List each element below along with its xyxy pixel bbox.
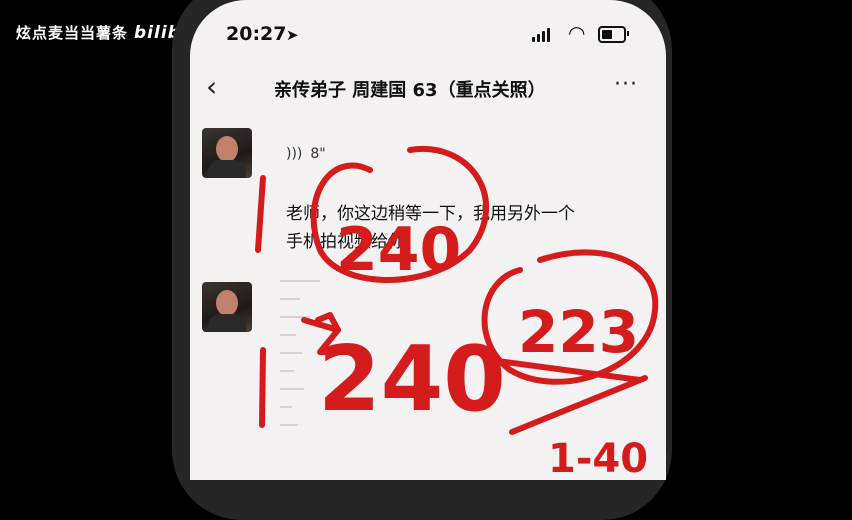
message-text[interactable]: 老师，你这边稍等一下，我用另外一个手机拍视频给你 [286,200,586,256]
cellular-signal-icon [532,26,550,42]
battery-icon [598,26,629,43]
status-time: 20:27 [226,23,287,45]
avatar[interactable] [202,282,252,332]
voice-duration: 8" [310,146,326,162]
voice-wave-icon: ))) [286,146,303,162]
status-bar: 20:27 ➤ ◠ [190,20,666,50]
location-arrow-icon: ➤ [286,26,299,44]
back-button[interactable]: ‹ [206,70,217,103]
chat-title: 亲传弟子 周建国 63（重点关照） [274,80,546,101]
chat-screen: 20:27 ➤ ◠ ‹ 亲传弟子 周建国 63（重点关照） ··· ))) 8" … [190,0,666,480]
voice-message[interactable]: ))) 8" [286,146,326,162]
faded-message-lines [280,280,360,460]
more-options-button[interactable]: ··· [614,72,638,97]
avatar[interactable] [202,128,252,178]
wifi-icon: ◠ [568,21,586,45]
channel-name: 炫点麦当当薯条 [16,24,129,42]
chat-header: ‹ 亲传弟子 周建国 63（重点关照） ··· [190,70,666,106]
